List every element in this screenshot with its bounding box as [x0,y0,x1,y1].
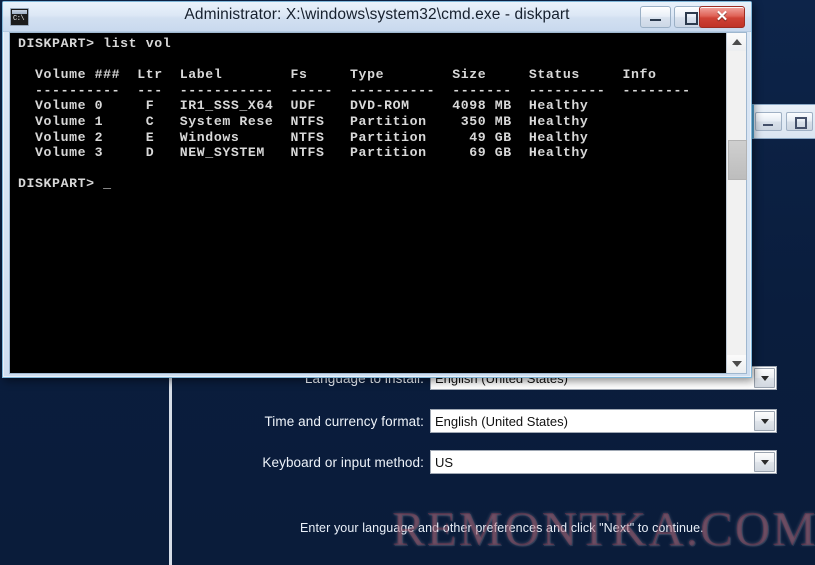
keyboard-label: Keyboard or input method: [262,454,424,470]
background-window-maximize-button[interactable] [786,112,813,131]
cmd-window-titlebar[interactable]: C:\ Administrator: X:\windows\system32\c… [3,2,751,32]
time-and-currency-format-dropdown[interactable]: English (United States) [430,409,777,433]
time-and-currency-format-value: English (United States) [435,413,568,429]
form-row-keyboard: Keyboard or input method: US [253,450,777,474]
chevron-down-icon[interactable] [754,411,775,431]
form-row-time-currency: Time and currency format: English (Unite… [253,409,777,433]
close-icon: ✕ [715,8,729,25]
keyboard-or-input-method-dropdown[interactable]: US [430,450,777,474]
scroll-up-arrow-icon[interactable] [727,33,746,51]
close-button[interactable]: ✕ [699,6,745,28]
console-output-area[interactable]: DISKPART> list vol Volume ### Ltr Label … [10,33,726,373]
setup-panel-divider [169,376,172,565]
console-text: DISKPART> list vol Volume ### Ltr Label … [18,36,691,192]
setup-hint-text: Enter your language and other preference… [300,521,704,535]
cmd-window-title: Administrator: X:\windows\system32\cmd.e… [184,6,570,23]
minimize-button[interactable] [640,6,671,28]
cmd-client-area: DISKPART> list vol Volume ### Ltr Label … [9,32,747,374]
time-currency-label: Time and currency format: [264,413,424,429]
chevron-down-icon[interactable] [754,452,775,472]
console-vertical-scrollbar[interactable] [726,33,747,373]
background-window-minimize-button[interactable] [755,112,782,131]
scrollbar-thumb[interactable] [728,140,747,180]
cmd-diskpart-window[interactable]: C:\ Administrator: X:\windows\system32\c… [2,1,752,378]
scroll-down-arrow-icon[interactable] [727,355,746,373]
chevron-down-icon[interactable] [754,368,775,388]
keyboard-or-input-method-value: US [435,454,454,470]
background-window-fragment[interactable] [752,104,815,139]
